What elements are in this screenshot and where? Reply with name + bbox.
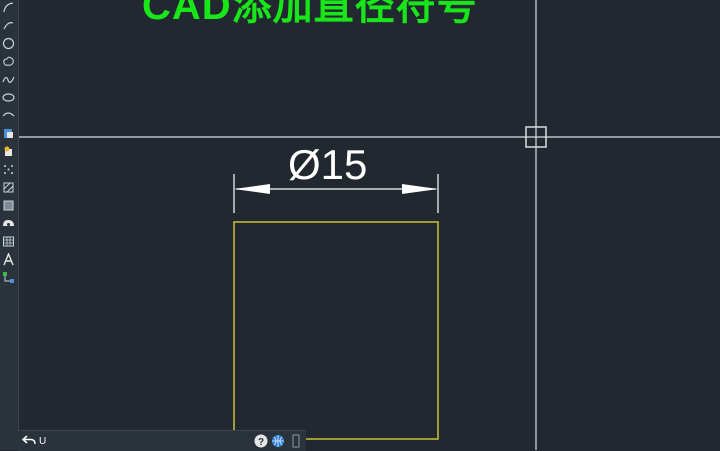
make-block-icon[interactable] bbox=[1, 144, 16, 159]
point-icon[interactable] bbox=[1, 162, 16, 177]
toolbar-strip bbox=[0, 305, 19, 450]
circle-icon[interactable] bbox=[1, 36, 16, 51]
gradient-icon[interactable] bbox=[1, 198, 16, 213]
dimension-arrow-right bbox=[402, 184, 438, 194]
add-selected-icon[interactable] bbox=[1, 270, 16, 285]
table-icon[interactable] bbox=[1, 234, 16, 249]
dimension-text[interactable]: Ø15 bbox=[288, 140, 367, 190]
undo-label: U bbox=[39, 435, 47, 447]
cloud-icon[interactable] bbox=[1, 54, 16, 69]
region-icon[interactable] bbox=[1, 216, 16, 231]
spline-icon[interactable] bbox=[1, 72, 16, 87]
globe-icon[interactable] bbox=[270, 433, 285, 448]
hatch-icon[interactable] bbox=[1, 180, 16, 195]
ellipse-icon[interactable] bbox=[1, 90, 16, 105]
help-icon[interactable]: ? bbox=[253, 433, 268, 448]
ellipse-arc-icon[interactable] bbox=[1, 108, 16, 123]
video-title: CAD添加直径符号 bbox=[142, 0, 478, 28]
draw-toolbar bbox=[0, 0, 19, 305]
undo-icon bbox=[21, 434, 36, 448]
grip-handle-icon[interactable] bbox=[288, 433, 303, 448]
arc-icon[interactable] bbox=[1, 18, 16, 33]
svg-text:?: ? bbox=[257, 437, 263, 448]
command-bar: U ? bbox=[18, 430, 306, 451]
drawn-rectangle[interactable] bbox=[233, 221, 439, 440]
undo-button[interactable]: U bbox=[21, 434, 47, 448]
arc-icon[interactable] bbox=[1, 0, 16, 15]
text-icon[interactable] bbox=[1, 252, 16, 267]
insert-block-icon[interactable] bbox=[1, 126, 16, 141]
dimension-arrow-left bbox=[234, 184, 270, 194]
drawing-canvas[interactable] bbox=[0, 0, 720, 450]
